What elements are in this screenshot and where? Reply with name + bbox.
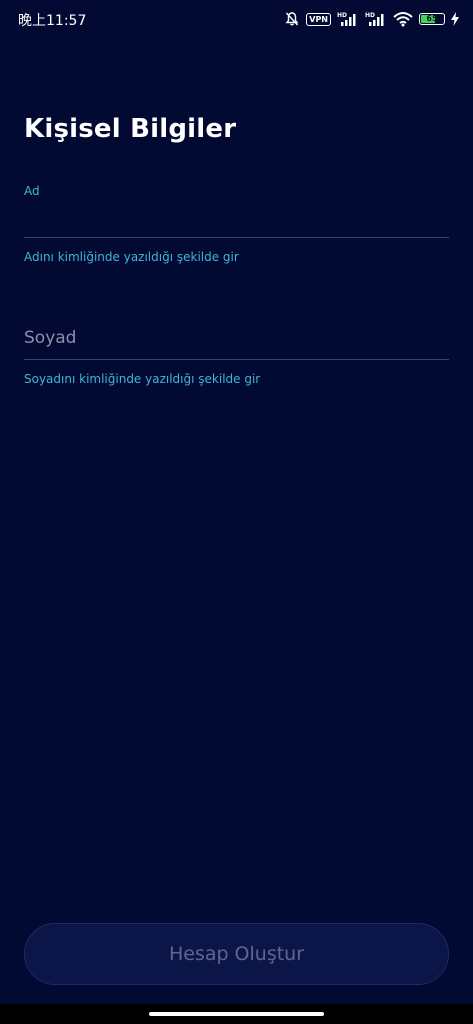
screen: 晚上11:57 VPN HD HD 65 Kişisel Bilgiler Ad… — [0, 0, 473, 1024]
signal-hd-icon: HD — [365, 11, 387, 27]
status-bar: 晚上11:57 VPN HD HD 65 — [0, 0, 473, 40]
last-name-input[interactable] — [24, 316, 449, 360]
battery-icon: 65 — [419, 13, 445, 25]
first-name-label: Ad — [24, 184, 40, 198]
svg-text:HD: HD — [365, 12, 375, 19]
status-icons: VPN HD HD 65 — [284, 9, 459, 29]
bell-muted-icon — [284, 11, 300, 27]
status-time: 晚上11:57 — [18, 13, 87, 29]
home-indicator[interactable] — [149, 1012, 324, 1016]
charging-icon — [451, 12, 459, 26]
vpn-icon: VPN — [306, 12, 331, 26]
last-name-field-group: Soyadını kimliğinde yazıldığı şekilde gi… — [24, 316, 449, 386]
battery-level: 65 — [426, 14, 438, 23]
first-name-input[interactable] — [24, 202, 449, 238]
wifi-icon — [393, 11, 413, 27]
svg-text:HD: HD — [337, 12, 347, 19]
first-name-field-group: Ad Adını kimliğinde yazıldığı şekilde gi… — [24, 184, 449, 264]
navigation-bar — [0, 1004, 473, 1024]
create-account-button[interactable]: Hesap Oluştur — [24, 923, 449, 985]
signal-hd-icon: HD — [337, 11, 359, 27]
page-title: Kişisel Bilgiler — [24, 114, 237, 144]
first-name-helper: Adını kimliğinde yazıldığı şekilde gir — [24, 250, 239, 264]
last-name-helper: Soyadını kimliğinde yazıldığı şekilde gi… — [24, 372, 261, 386]
